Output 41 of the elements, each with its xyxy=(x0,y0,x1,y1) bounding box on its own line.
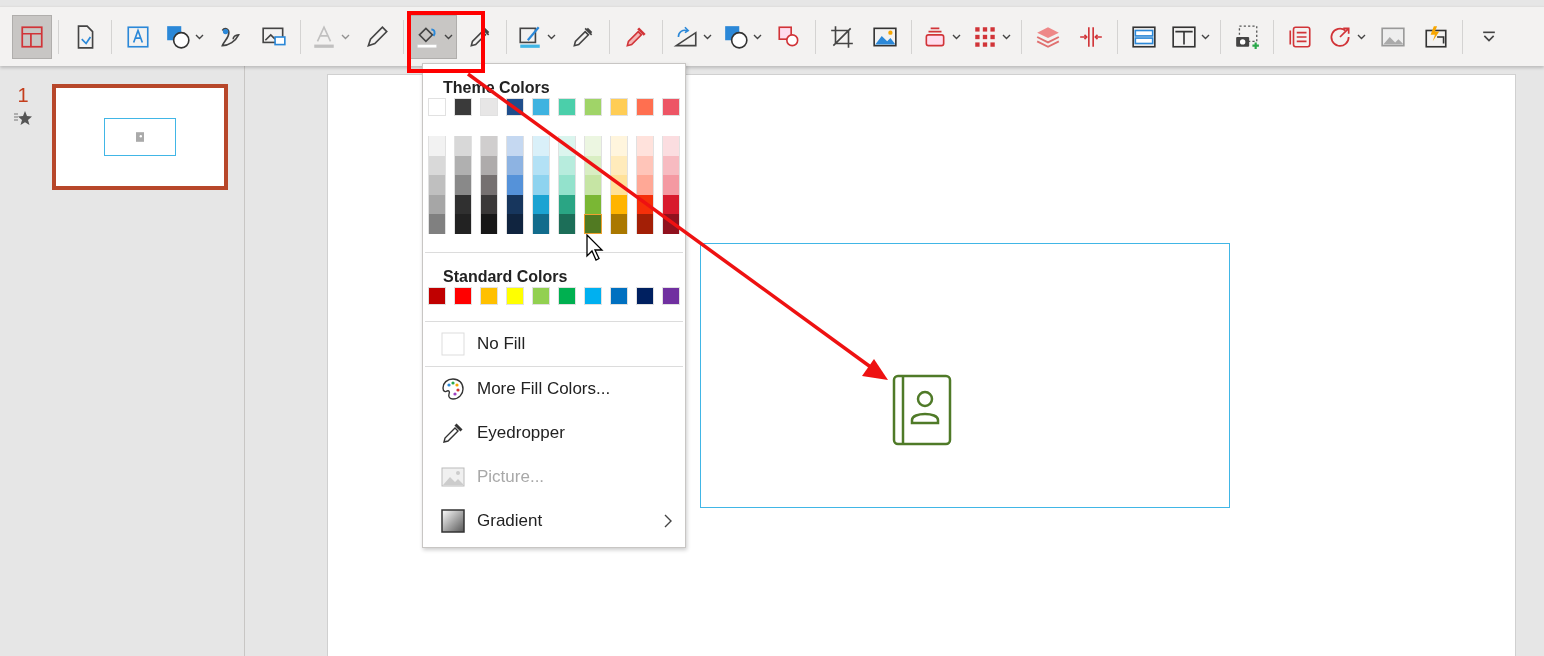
menu-item[interactable]: Eyedropper xyxy=(423,410,685,455)
caret-icon xyxy=(753,33,762,40)
eyedropper-icon xyxy=(441,420,465,445)
crop-icon xyxy=(829,23,855,50)
caret-icon xyxy=(703,33,712,40)
panel-icon xyxy=(1131,23,1157,50)
caret-icon xyxy=(444,33,453,40)
caret-icon xyxy=(341,33,350,40)
caret-icon xyxy=(547,33,556,40)
caret-icon xyxy=(1482,29,1496,44)
lightning-icon xyxy=(1423,23,1449,50)
color-swatch[interactable] xyxy=(584,214,602,234)
caret-icon xyxy=(1002,33,1011,40)
camera-icon xyxy=(1234,23,1260,50)
icon-shape[interactable] xyxy=(700,243,1230,508)
shapes-icon xyxy=(165,23,191,50)
menu-item[interactable]: More Fill Colors... xyxy=(423,366,685,411)
font-color-icon xyxy=(311,23,337,50)
contact-book-icon xyxy=(892,374,952,446)
caret-icon xyxy=(195,33,204,40)
caret-icon xyxy=(1357,33,1366,40)
split-button[interactable] xyxy=(410,14,457,59)
layout-icon xyxy=(19,23,45,50)
menu-item[interactable]: No Fill xyxy=(423,321,685,366)
contact-book-icon xyxy=(136,132,144,142)
section-heading: Standard Colors xyxy=(442,266,569,287)
layout-icon xyxy=(1171,23,1197,50)
gradient-swatch-icon xyxy=(441,508,465,533)
caret-icon xyxy=(952,33,961,40)
mouse-pointer-icon xyxy=(586,234,606,262)
caret-icon xyxy=(1201,33,1210,40)
slide-number: 1 xyxy=(17,84,29,106)
no-fill-swatch-icon xyxy=(441,331,465,356)
picture-icon xyxy=(441,464,465,489)
slide-thumbnail[interactable] xyxy=(52,84,228,190)
text-box-icon xyxy=(125,23,151,50)
shapes-icon xyxy=(723,23,749,50)
pen-icon xyxy=(364,23,390,50)
palette-icon xyxy=(441,376,465,401)
document-icon xyxy=(1287,23,1313,50)
menu-item[interactable]: Gradient xyxy=(423,498,685,543)
